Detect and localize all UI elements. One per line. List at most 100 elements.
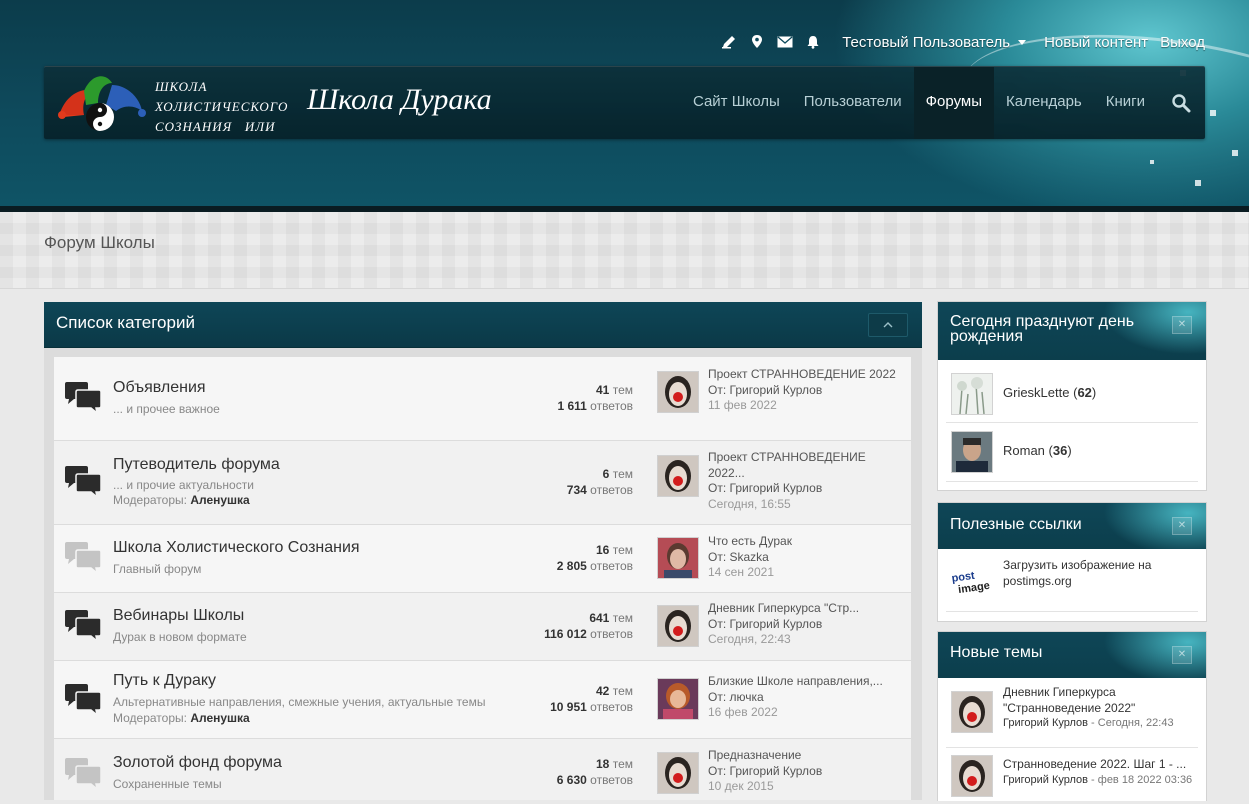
close-icon[interactable]: ✕ — [1172, 316, 1192, 334]
avatar[interactable] — [657, 455, 699, 497]
useful-links-block: Полезные ссылки ✕ post image Загрузить из… — [937, 502, 1207, 622]
category-moderators: Модераторы: Аленушка — [113, 493, 250, 507]
replies-count: 116 012 — [544, 627, 587, 641]
new-topic-item[interactable]: Странноведение 2022. Шаг 1 - ... Григори… — [946, 748, 1198, 804]
avatar[interactable] — [657, 537, 699, 579]
last-post-title[interactable]: Предназначение — [708, 748, 903, 764]
new-topic-date: - Сегодня, 22:43 — [1091, 717, 1174, 729]
moderator-link[interactable]: Аленушка — [190, 493, 249, 507]
category-stats: 6 тем 734 ответов — [567, 466, 633, 498]
username-label: Тестовый Пользователь — [842, 33, 1011, 51]
replies-label: ответов — [590, 399, 633, 413]
main-navbar: ШКОЛА ХОЛИСТИЧЕСКОГО СОЗНАНИЯ ИЛИ Школа … — [44, 66, 1205, 139]
new-topic-author[interactable]: Григорий Курлов — [1003, 774, 1088, 786]
birthday-name[interactable]: GrieskLette — [1003, 385, 1069, 400]
birthday-item[interactable]: GrieskLette (62) — [946, 364, 1198, 423]
map-marker-icon[interactable] — [746, 32, 768, 52]
last-post: Дневник Гиперкурса "Стр... От: Григорий … — [708, 601, 903, 648]
category-name[interactable]: Путь к Дураку — [113, 672, 216, 690]
site-title[interactable]: Школа Дурака — [307, 83, 492, 117]
last-post: Близкие Школе направления,... От: лючка … — [708, 674, 903, 721]
logo-line: ХОЛИСТИЧЕСКОГО — [155, 99, 289, 114]
last-post-author[interactable]: От: Григорий Курлов — [708, 383, 903, 399]
category-row[interactable]: Золотой фонд форума Сохраненные темы 18 … — [54, 739, 911, 800]
category-name[interactable]: Золотой фонд форума — [113, 754, 282, 772]
collapse-button[interactable] — [868, 313, 908, 337]
replies-label: ответов — [590, 773, 633, 787]
new-content-link[interactable]: Новый контент — [1044, 34, 1148, 51]
last-post-title[interactable]: Проект СТРАННОВЕДЕНИЕ 2022 — [708, 367, 903, 383]
last-post-date: 16 фев 2022 — [708, 705, 778, 719]
birthday-name[interactable]: Roman — [1003, 443, 1045, 458]
new-topic-author[interactable]: Григорий Курлов — [1003, 717, 1088, 729]
categories-panel: Список категорий Объявления ... и прочее… — [44, 302, 922, 800]
bell-icon[interactable] — [802, 32, 824, 52]
logout-link[interactable]: Выход — [1160, 34, 1205, 51]
avatar[interactable] — [951, 691, 993, 733]
category-row[interactable]: Вебинары Школы Дурак в новом формате 641… — [54, 593, 911, 661]
user-menu-dropdown[interactable]: Тестовый Пользователь — [842, 33, 1027, 51]
avatar[interactable] — [657, 752, 699, 794]
category-stats: 16 тем 2 805 ответов — [557, 542, 633, 574]
new-topic-title[interactable]: Дневник Гиперкурса "Странноведение 2022" — [1003, 685, 1193, 716]
topics-label: тем — [612, 383, 633, 397]
topics-label: тем — [612, 467, 633, 481]
nav-item-users[interactable]: Пользователи — [792, 67, 914, 139]
category-name[interactable]: Путеводитель форума — [113, 456, 280, 474]
category-name[interactable]: Школа Холистического Сознания — [113, 539, 360, 557]
birthday-user[interactable]: Roman (36) — [1003, 443, 1193, 459]
close-icon[interactable]: ✕ — [1172, 646, 1192, 664]
forum-unread-icon — [65, 684, 102, 717]
category-row[interactable]: Путеводитель форума ... и прочие актуаль… — [54, 441, 911, 525]
envelope-icon[interactable] — [774, 32, 796, 52]
useful-link-text[interactable]: Загрузить изображение на postimgs.org — [1003, 558, 1193, 589]
pencil-icon[interactable] — [718, 32, 740, 52]
avatar[interactable] — [657, 605, 699, 647]
moderator-link[interactable]: Аленушка — [190, 711, 249, 725]
category-name[interactable]: Вебинары Школы — [113, 607, 244, 625]
avatar[interactable] — [951, 755, 993, 797]
last-post-title[interactable]: Проект СТРАННОВЕДЕНИЕ 2022... — [708, 450, 903, 481]
category-name[interactable]: Объявления — [113, 379, 206, 397]
avatar[interactable] — [657, 371, 699, 413]
nav-item-books[interactable]: Книги — [1094, 67, 1157, 139]
category-row[interactable]: Объявления ... и прочее важное 41 тем 1 … — [54, 357, 911, 441]
page-title-band: Форум Школы — [0, 212, 1249, 289]
last-post-title[interactable]: Что есть Дурак — [708, 534, 903, 550]
new-topic-item[interactable]: Дневник Гиперкурса "Странноведение 2022"… — [946, 684, 1198, 748]
category-stats: 42 тем 10 951 ответов — [550, 683, 633, 715]
new-topic-text: Дневник Гиперкурса "Странноведение 2022"… — [1003, 685, 1193, 732]
chevron-down-icon — [1018, 40, 1027, 46]
birthday-user[interactable]: GrieskLette (62) — [1003, 385, 1193, 401]
user-bar: Тестовый Пользователь Новый контент Выхо… — [712, 32, 1205, 52]
avatar[interactable] — [951, 373, 993, 415]
close-icon[interactable]: ✕ — [1172, 517, 1192, 535]
categories-list: Объявления ... и прочее важное 41 тем 1 … — [54, 357, 911, 800]
category-description: Альтернативные направления, смежные учен… — [113, 695, 486, 709]
last-post-title[interactable]: Близкие Школе направления,... — [708, 674, 903, 690]
birthday-item[interactable]: Roman (36) — [946, 423, 1198, 482]
last-post-author[interactable]: От: Григорий Курлов — [708, 764, 903, 780]
last-post-date: 10 дек 2015 — [708, 779, 774, 793]
last-post-author[interactable]: От: Skazka — [708, 550, 903, 566]
new-topics-block: Новые темы ✕ Дневник Гиперкурса "Странно… — [937, 631, 1207, 801]
last-post-author[interactable]: От: Григорий Курлов — [708, 617, 903, 633]
category-row[interactable]: Путь к Дураку Альтернативные направления… — [54, 661, 911, 739]
categories-panel-title: Список категорий — [56, 313, 195, 332]
last-post: Проект СТРАННОВЕДЕНИЕ 2022... От: Григор… — [708, 450, 903, 512]
avatar[interactable] — [951, 431, 993, 473]
nav-item-school-site[interactable]: Сайт Школы — [681, 67, 792, 139]
useful-link-item[interactable]: post image Загрузить изображение на posti… — [946, 549, 1198, 612]
header-sparkle — [1232, 150, 1238, 156]
nav-item-forums[interactable]: Форумы — [913, 67, 995, 139]
replies-count: 2 805 — [556, 559, 587, 573]
new-topic-title[interactable]: Странноведение 2022. Шаг 1 - ... — [1003, 757, 1193, 773]
search-icon[interactable] — [1157, 67, 1205, 139]
category-row[interactable]: Школа Холистического Сознания Главный фо… — [54, 525, 911, 593]
avatar[interactable] — [657, 678, 699, 720]
nav-item-calendar[interactable]: Календарь — [994, 67, 1094, 139]
last-post-title[interactable]: Дневник Гиперкурса "Стр... — [708, 601, 903, 617]
jester-hat-logo-icon[interactable] — [54, 71, 148, 135]
last-post-author[interactable]: От: лючка — [708, 690, 903, 706]
last-post-author[interactable]: От: Григорий Курлов — [708, 481, 903, 497]
